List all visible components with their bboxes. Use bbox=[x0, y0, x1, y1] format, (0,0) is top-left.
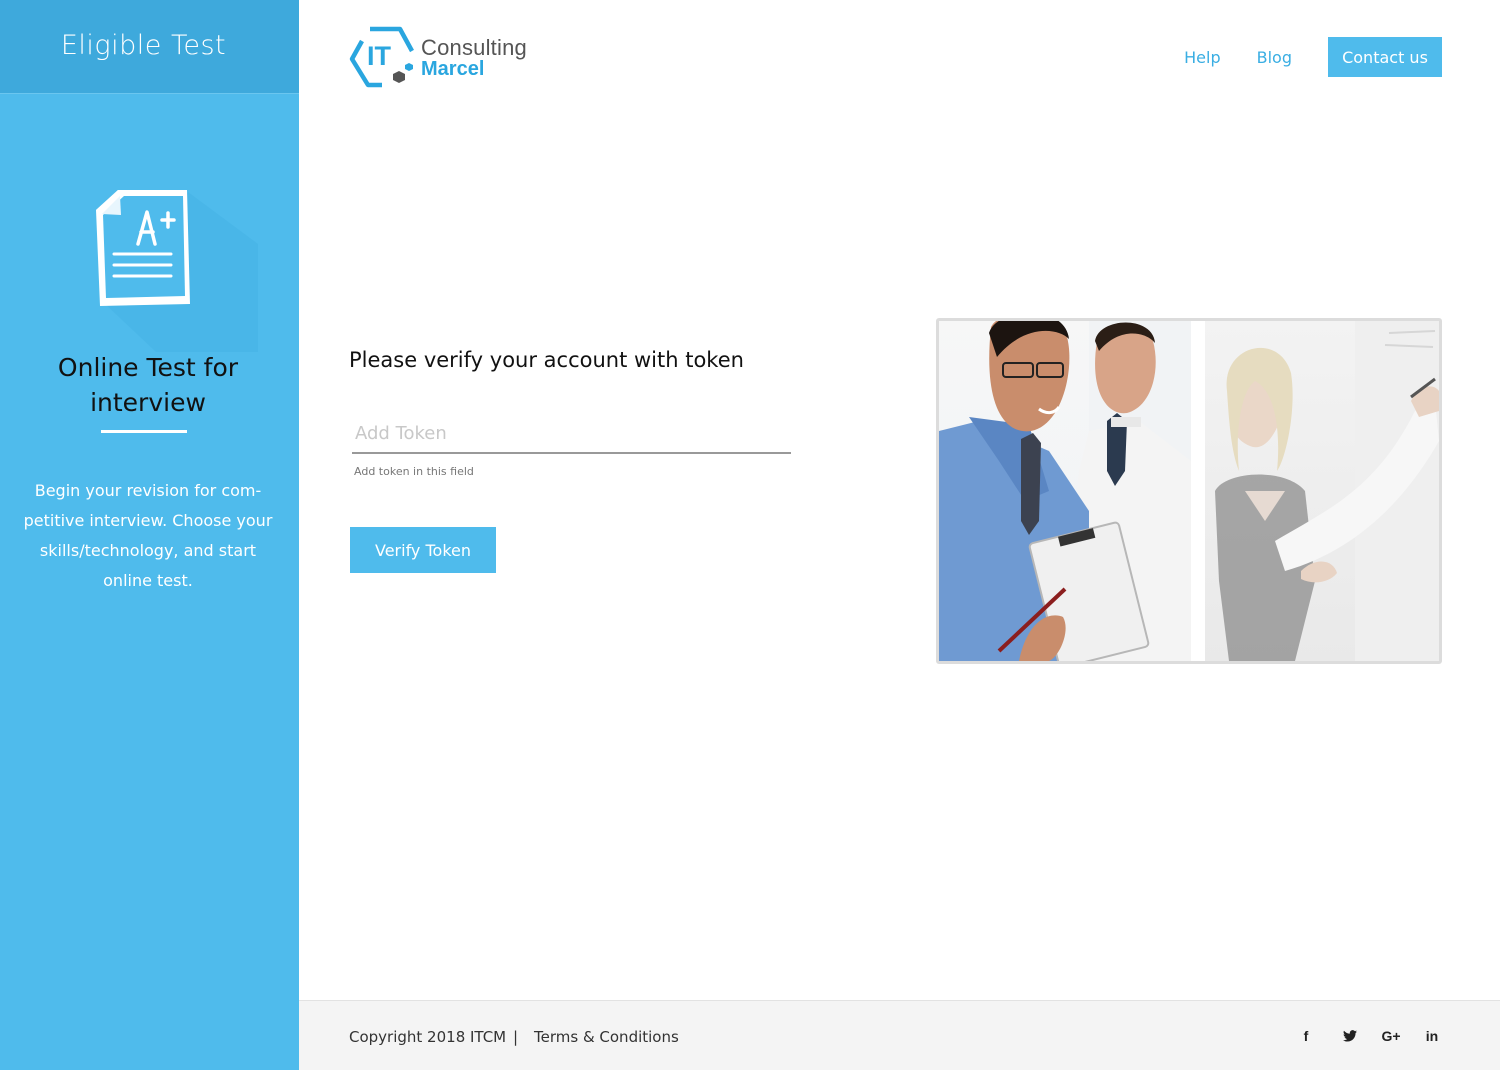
team-meeting-photo bbox=[936, 318, 1442, 664]
footer-copyright: Copyright 2018 ITCM bbox=[349, 1028, 507, 1046]
token-input[interactable] bbox=[352, 414, 791, 454]
logo-hexagon-icon: IT bbox=[349, 26, 414, 88]
sidebar-subtitle: Online Test for interview bbox=[57, 353, 239, 417]
google-plus-icon[interactable]: G+ bbox=[1380, 1025, 1402, 1047]
logo-badge: IT bbox=[367, 41, 392, 71]
woman-whiteboard-photo bbox=[1205, 321, 1439, 661]
linkedin-icon[interactable]: in bbox=[1421, 1025, 1443, 1047]
top-navigation: Help Blog Contact us bbox=[1184, 37, 1442, 77]
sidebar: Eligible Test Online Test for interview … bbox=[0, 0, 299, 1070]
verify-heading: Please verify your account with token bbox=[349, 348, 744, 372]
page-footer: Copyright 2018 ITCM | Terms & Conditions… bbox=[299, 1000, 1500, 1070]
graded-test-paper-icon bbox=[96, 190, 258, 352]
nav-blog-link[interactable]: Blog bbox=[1257, 48, 1292, 67]
sidebar-description: Begin your revision for com-petitive int… bbox=[23, 481, 273, 590]
facebook-icon[interactable]: f bbox=[1295, 1025, 1317, 1047]
twitter-bird-icon bbox=[1343, 1030, 1357, 1042]
logo-text-marcel: Marcel bbox=[421, 58, 485, 80]
terms-conditions-link[interactable]: Terms & Conditions bbox=[534, 1028, 679, 1046]
businessmen-photo bbox=[939, 321, 1191, 661]
contact-us-button[interactable]: Contact us bbox=[1328, 37, 1442, 77]
woman-whiteboard-illustration bbox=[1215, 321, 1439, 661]
businessmen-illustration bbox=[939, 321, 1191, 661]
footer-separator: | bbox=[513, 1028, 519, 1046]
verify-token-button[interactable]: Verify Token bbox=[350, 527, 496, 573]
sidebar-title: Eligible Test bbox=[60, 30, 227, 61]
twitter-icon[interactable] bbox=[1339, 1025, 1361, 1047]
nav-help-link[interactable]: Help bbox=[1184, 48, 1220, 67]
token-help-text: Add token in this field bbox=[354, 465, 474, 478]
sidebar-header: Eligible Test bbox=[0, 0, 299, 94]
company-logo[interactable]: IT Consulting Marcel bbox=[348, 25, 538, 91]
sidebar-divider bbox=[101, 430, 187, 433]
